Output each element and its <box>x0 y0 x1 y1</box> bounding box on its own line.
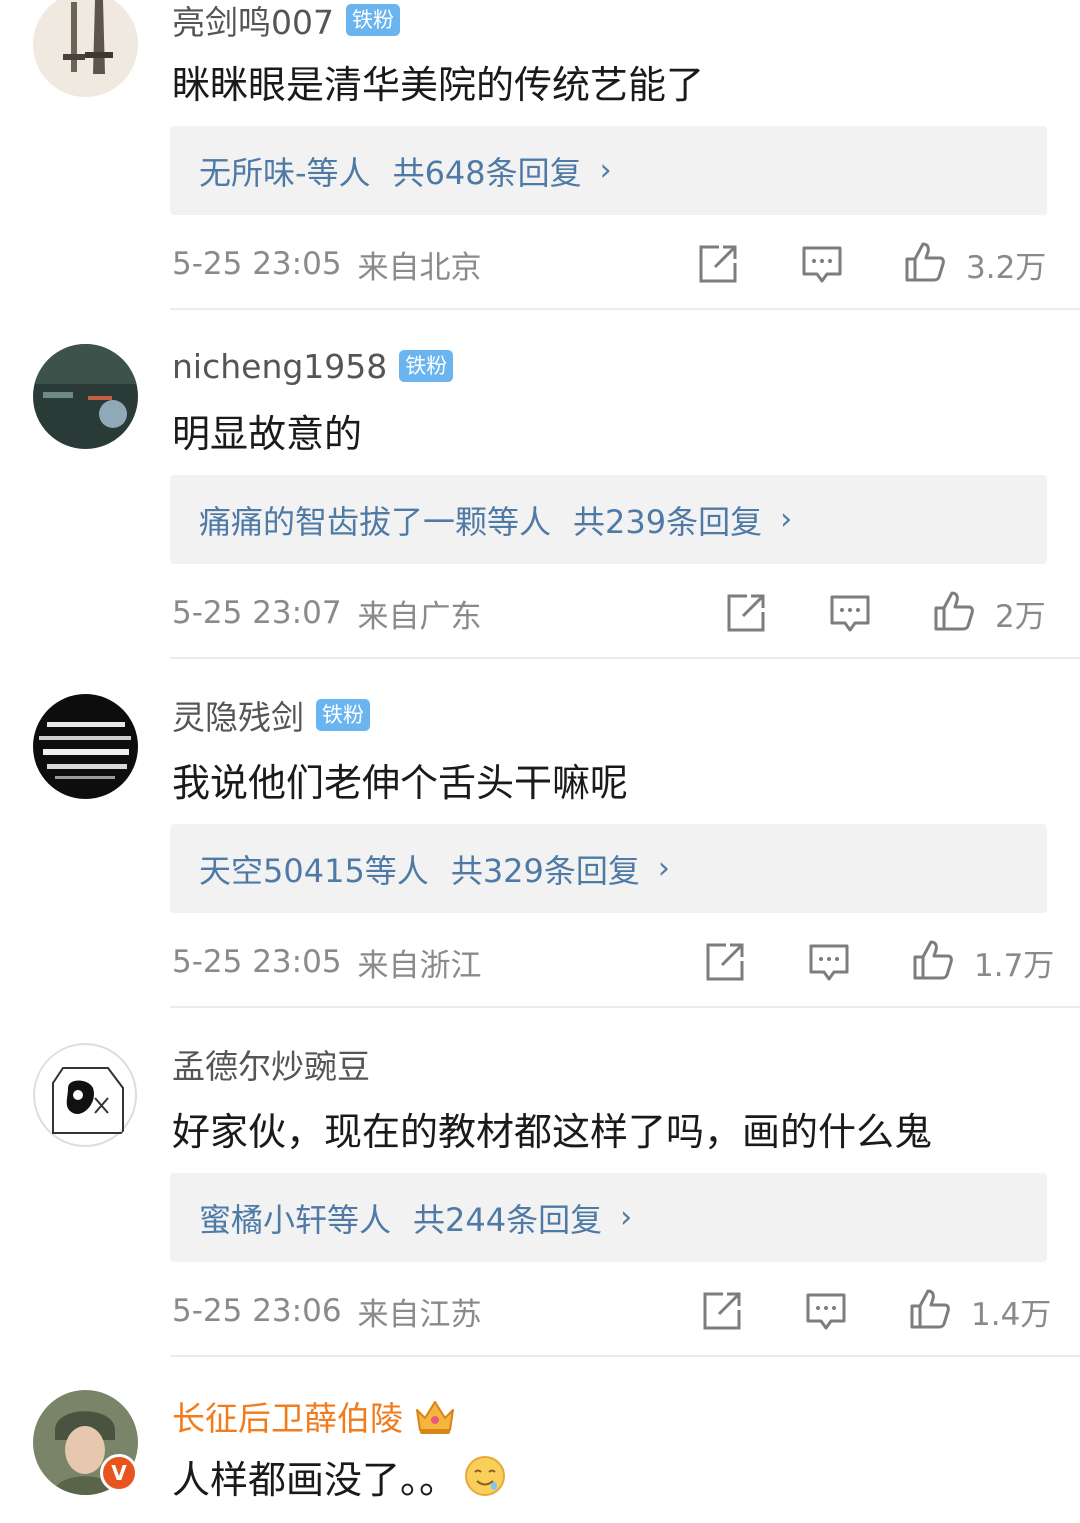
username-text[interactable]: 亮剑鸣007 <box>172 0 334 44</box>
username[interactable]: 灵隐残剑 铁粉 <box>172 695 370 737</box>
username-text[interactable]: 长征后卫薛伯陵 <box>172 1392 403 1440</box>
location: 来自江苏 <box>357 1296 482 1333</box>
chevron-right-icon: › <box>620 1200 633 1235</box>
comment-item: 亮剑鸣007 铁粉 眯眯眼是清华美院的传统艺能了 无所味-等人 共648条回复 … <box>0 0 1080 310</box>
comment-text: 好家伙，现在的教材都这样了吗，画的什么鬼 <box>172 1109 933 1154</box>
timestamp: 5-25 23:05 <box>172 944 342 980</box>
avatar[interactable] <box>33 0 138 97</box>
comment-text: 人样都画没了。。 <box>172 1450 507 1502</box>
timestamp: 5-25 23:05 <box>172 246 342 282</box>
share-icon[interactable] <box>697 243 739 285</box>
comment-icon[interactable] <box>829 592 871 634</box>
fan-badge: 铁粉 <box>316 699 370 731</box>
reply-users: 痛痛的智齿拔了一颗等人 <box>199 502 552 541</box>
like-count: 3.2万 <box>966 249 1047 286</box>
username[interactable]: nicheng1958 铁粉 <box>172 346 454 386</box>
crown-icon <box>413 1396 457 1436</box>
thumbs-up-icon[interactable] <box>904 241 946 283</box>
avatar[interactable] <box>33 344 138 449</box>
chevron-right-icon: › <box>657 851 670 886</box>
username[interactable]: 长征后卫薛伯陵 <box>172 1394 457 1438</box>
reply-summary[interactable]: 无所味-等人 共648条回复 › <box>170 126 1047 215</box>
like-count: 1.4万 <box>971 1296 1052 1333</box>
comment-meta: 5-25 23:05 来自北京 <box>172 239 482 289</box>
reply-summary[interactable]: 天空50415等人 共329条回复 › <box>170 824 1047 913</box>
reply-summary[interactable]: 痛痛的智齿拔了一颗等人 共239条回复 › <box>170 475 1047 564</box>
username[interactable]: 孟德尔炒豌豆 <box>172 1044 370 1086</box>
fan-badge: 铁粉 <box>346 4 400 36</box>
username[interactable]: 亮剑鸣007 铁粉 <box>172 0 400 42</box>
comment-text-content: 人样都画没了。。 <box>172 1457 458 1502</box>
divider <box>170 1006 1080 1008</box>
reply-summary[interactable]: 蜜橘小轩等人 共244条回复 › <box>170 1173 1047 1262</box>
comment-item: V 长征后卫薛伯陵 人样都画没了。。 <box>0 1390 1080 1523</box>
reply-count: 共329条回复 <box>450 851 640 890</box>
reply-users: 天空50415等人 <box>199 851 429 890</box>
chevron-right-icon: › <box>599 153 612 188</box>
like-count: 2万 <box>995 598 1046 635</box>
drooling-emoji-icon <box>463 1454 507 1498</box>
verified-badge: V <box>100 1454 138 1492</box>
reply-users: 蜜橘小轩等人 <box>199 1200 392 1239</box>
timestamp: 5-25 23:06 <box>172 1293 342 1329</box>
username-text[interactable]: 灵隐残剑 <box>172 691 304 739</box>
location: 来自北京 <box>357 249 482 286</box>
reply-count: 共239条回复 <box>573 502 763 541</box>
comment-meta: 5-25 23:06 来自江苏 <box>172 1286 482 1336</box>
avatar[interactable] <box>33 694 138 799</box>
share-icon[interactable] <box>725 592 767 634</box>
username-text[interactable]: 孟德尔炒豌豆 <box>172 1040 370 1088</box>
share-icon[interactable] <box>701 1290 743 1332</box>
reply-count: 共244条回复 <box>413 1200 603 1239</box>
reply-count: 共648条回复 <box>392 153 582 192</box>
comment-item: 孟德尔炒豌豆 好家伙，现在的教材都这样了吗，画的什么鬼 蜜橘小轩等人 共244条… <box>0 1040 1080 1360</box>
timestamp: 5-25 23:07 <box>172 595 342 631</box>
thumbs-up-icon[interactable] <box>933 590 975 632</box>
comment-meta: 5-25 23:05 来自浙江 <box>172 937 482 987</box>
divider <box>170 657 1080 659</box>
share-icon[interactable] <box>704 941 746 983</box>
username-text[interactable]: nicheng1958 <box>172 347 387 386</box>
like-count: 1.7万 <box>974 947 1055 984</box>
comment-item: nicheng1958 铁粉 明显故意的 痛痛的智齿拔了一颗等人 共239条回复… <box>0 340 1080 660</box>
comment-text: 明显故意的 <box>172 411 363 456</box>
avatar[interactable] <box>33 1043 138 1148</box>
divider <box>170 308 1080 310</box>
comment-icon[interactable] <box>808 941 850 983</box>
location: 来自浙江 <box>357 947 482 984</box>
chevron-right-icon: › <box>780 502 793 537</box>
comment-text: 眯眯眼是清华美院的传统艺能了 <box>172 62 705 107</box>
comment-meta: 5-25 23:07 来自广东 <box>172 588 482 638</box>
comment-icon[interactable] <box>801 243 843 285</box>
reply-users: 无所味-等人 <box>199 153 371 192</box>
thumbs-up-icon[interactable] <box>909 1288 951 1330</box>
fan-badge: 铁粉 <box>399 350 454 382</box>
divider <box>170 1355 1080 1357</box>
location: 来自广东 <box>357 598 482 635</box>
comment-icon[interactable] <box>805 1290 847 1332</box>
thumbs-up-icon[interactable] <box>912 939 954 981</box>
comment-item: 灵隐残剑 铁粉 我说他们老伸个舌头干嘛呢 天空50415等人 共329条回复 ›… <box>0 690 1080 1010</box>
comment-text: 我说他们老伸个舌头干嘛呢 <box>172 760 629 805</box>
